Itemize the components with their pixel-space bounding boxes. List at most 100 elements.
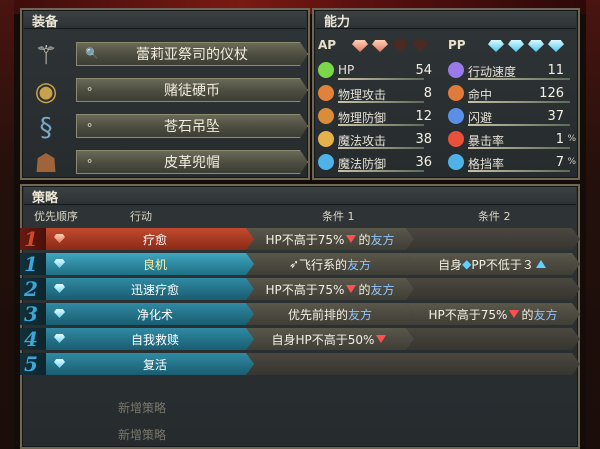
action-button[interactable]: 复活: [46, 353, 264, 375]
action-button[interactable]: 疗愈: [46, 228, 264, 250]
action-button[interactable]: 良机: [46, 253, 264, 275]
stat-value: 126: [539, 86, 564, 101]
equipment-name: 皮革兜帽: [164, 155, 220, 171]
stat-underline: [338, 101, 424, 103]
add-strategy-button-2[interactable]: 新增策略: [118, 426, 166, 443]
stat-unit: %: [567, 134, 576, 144]
priority-number: 3: [24, 302, 38, 326]
action-button[interactable]: 迅速疗愈: [46, 278, 264, 300]
condition-slot[interactable]: 自身HP不高于50%: [246, 328, 414, 350]
stat-row: 闪避 37: [448, 108, 578, 126]
equipment-title-bar: [24, 11, 306, 29]
strategy-row[interactable]: 1 疗愈 HP不高于75% 的友方: [20, 228, 580, 250]
strategy-row[interactable]: 2 迅速疗愈 HP不高于75% 的友方: [20, 278, 580, 300]
condition-slot[interactable]: [406, 228, 580, 250]
strategy-row[interactable]: 5 复活: [20, 353, 580, 375]
equipment-button[interactable]: ⚬ 赌徒硬币: [76, 78, 308, 102]
strategy-row[interactable]: 3 净化术 优先前排的 友方 HP不高于75% 的 友方: [20, 303, 580, 325]
condition-target: 友方: [370, 232, 395, 247]
stat-value: 11: [547, 63, 564, 78]
equipment-button[interactable]: ⚬ 苍石吊坠: [76, 114, 308, 138]
shield-icon: [318, 108, 334, 124]
heart-icon: [318, 62, 334, 78]
stat-row: 暴击率 1%: [448, 131, 578, 149]
condition-slot[interactable]: [406, 353, 580, 375]
stat-value: 36: [415, 155, 432, 170]
stat-value: 37: [547, 109, 564, 124]
stat-row: 物理攻击 8: [318, 85, 432, 103]
condition-slot[interactable]: [246, 353, 414, 375]
stat-row: HP 54: [318, 62, 432, 80]
condition-slot[interactable]: HP不高于75% 的友方: [406, 303, 580, 325]
condition-text: PP不低于３: [471, 257, 534, 272]
add-strategy-button[interactable]: 新增策略: [118, 399, 166, 416]
pp-gem-icon: ◆: [462, 257, 472, 271]
pp-gem-icon: [54, 259, 65, 268]
down-triangle-icon: [346, 235, 356, 243]
stat-underline: [468, 101, 570, 103]
ring-icon: ⚬: [85, 155, 95, 168]
target-icon: [448, 85, 464, 101]
stat-value: 38: [415, 132, 432, 147]
condition-text: 的: [521, 307, 534, 322]
equipment-slot[interactable]: § ⚬ 苍石吊坠: [26, 110, 281, 143]
condition-slot[interactable]: HP不高于75% 的友方: [246, 228, 414, 250]
action-name: 疗愈: [142, 232, 167, 247]
stat-underline: [338, 124, 424, 126]
condition-text: HP不高于75%: [428, 307, 508, 322]
strategy-title: 策略: [32, 191, 59, 206]
condition-text: HP不高于75%: [265, 232, 345, 247]
condition-text: 自身HP不高于50%: [271, 332, 375, 347]
left-frame-decoration: [0, 0, 14, 449]
pp-gem-icon: [54, 334, 65, 343]
stat-underline: [338, 170, 424, 172]
action-button[interactable]: 自我救赎: [46, 328, 264, 350]
condition-slot[interactable]: ➶ 飞行系的 友方: [246, 253, 414, 275]
condition-slot[interactable]: HP不高于75% 的友方: [246, 278, 414, 300]
equipment-slot[interactable]: ◉ ⚬ 赌徒硬币: [26, 74, 281, 107]
condition-target: 友方: [347, 257, 372, 272]
critical-icon: [448, 131, 464, 147]
strategy-title-bar: [24, 187, 576, 205]
condition-text: 的: [358, 232, 371, 247]
condition-slot[interactable]: 优先前排的 友方: [246, 303, 414, 325]
action-name: 复活: [142, 357, 167, 372]
condition-target: 友方: [348, 307, 373, 322]
condition-slot[interactable]: [406, 278, 580, 300]
strategy-row[interactable]: 1 良机 ➶ 飞行系的 友方 自身 ◆ PP不低于３: [20, 253, 580, 275]
stat-name: HP: [338, 63, 355, 77]
evade-icon: [448, 108, 464, 124]
equipment-button[interactable]: 🔍 蕾莉亚祭司的仪杖: [76, 42, 308, 66]
equipment-slot[interactable]: ⚚ 🔍 蕾莉亚祭司的仪杖: [26, 38, 281, 71]
ap-label: AP: [318, 38, 337, 52]
down-triangle-icon: [346, 285, 356, 293]
stat-unit: %: [567, 157, 576, 167]
stat-underline: [468, 124, 570, 126]
stat-row: 魔法防御 36: [318, 154, 432, 172]
equipment-button[interactable]: ⚬ 皮革兜帽: [76, 150, 308, 174]
equipment-slot[interactable]: ☗ ⚬ 皮革兜帽: [26, 146, 281, 179]
equipment-name: 苍石吊坠: [164, 119, 220, 135]
action-name: 迅速疗愈: [130, 282, 179, 297]
stat-underline: [468, 78, 570, 80]
action-button[interactable]: 净化术: [46, 303, 264, 325]
condition-slot[interactable]: 自身 ◆ PP不低于３: [406, 253, 580, 275]
header-condition-2: 条件 2: [478, 210, 511, 223]
coin-icon: ◉: [34, 77, 58, 107]
condition-slot[interactable]: [406, 328, 580, 350]
condition-text: 的: [358, 282, 371, 297]
stat-row: 格挡率 7%: [448, 154, 578, 172]
stat-underline: [338, 147, 424, 149]
ring-icon: ⚬: [85, 119, 95, 132]
condition-text: HP不高于75%: [265, 282, 345, 297]
equipment-name: 蕾莉亚祭司的仪杖: [136, 47, 248, 63]
priority-number: 4: [24, 327, 38, 351]
strategy-row[interactable]: 4 自我救赎 自身HP不高于50%: [20, 328, 580, 350]
pp-gem-icon: [54, 359, 65, 368]
stat-underline: [338, 78, 424, 80]
condition-text: 自身: [438, 257, 463, 272]
stat-value: 1: [555, 132, 564, 147]
equipment-title: 装备: [32, 15, 59, 30]
condition-target: 友方: [370, 282, 395, 297]
stat-row: 魔法攻击 38: [318, 131, 432, 149]
